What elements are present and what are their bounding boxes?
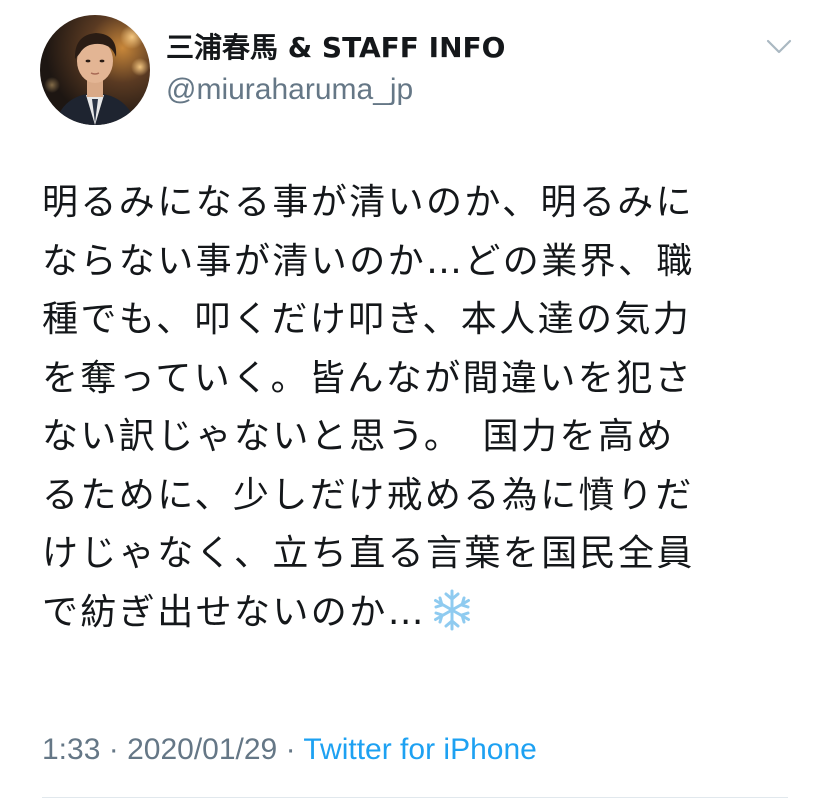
tweet-text: 明るみになる事が清いのか、明るみに ならない事が清いのか…どの業界、職 種でも、…	[42, 174, 782, 642]
tweet-source-link[interactable]: Twitter for iPhone	[303, 733, 536, 766]
tweet-date[interactable]: 2020/01/29	[127, 733, 277, 766]
tweet-line: ならない事が清いのか…どの業界、職	[42, 240, 695, 282]
tweet-line: けじゃなく、立ち直る言葉を国民全員	[42, 533, 695, 574]
chevron-down-icon[interactable]	[766, 38, 792, 56]
avatar-photo	[40, 15, 150, 125]
avatar[interactable]	[40, 15, 150, 125]
display-name[interactable]: 三浦春馬 & STAFF INFO	[166, 30, 505, 66]
tweet-line: 種でも、叩くだけ叩き、本人達の気力	[42, 299, 692, 340]
tweet-line: 明るみになる事が清いのか、明るみに	[42, 182, 695, 223]
tweet-meta: 1:33 · 2020/01/29 · Twitter for iPhone	[42, 730, 537, 770]
user-handle[interactable]: @miuraharuma_jp	[166, 72, 413, 108]
snowflake-icon	[434, 589, 471, 630]
tweet-line: るために、少しだけ戒める為に憤りだ	[42, 474, 694, 516]
meta-separator: ·	[108, 733, 119, 766]
tweet-line: を奪っていく。皆んなが間違いを犯さ	[42, 357, 694, 399]
tweet-line-last: で紡ぎ出せないのか…	[42, 584, 782, 643]
tweet-line: ない訳じゃないと思う。 国力を高め	[42, 416, 675, 457]
tweet-time[interactable]: 1:33	[42, 733, 100, 766]
meta-separator: ·	[285, 733, 296, 766]
tweet-line: で紡ぎ出せないのか…	[42, 591, 427, 633]
divider	[42, 797, 788, 798]
